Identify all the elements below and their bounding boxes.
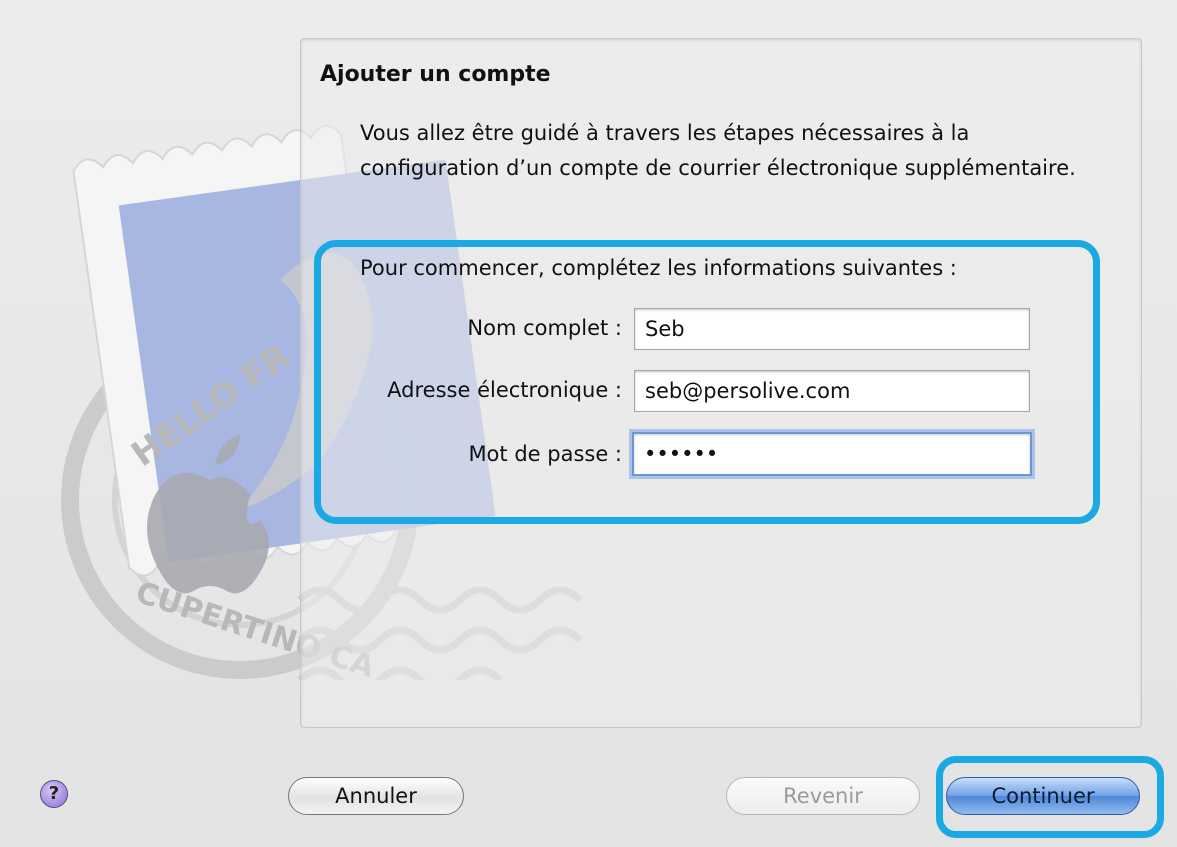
back-button[interactable]: Revenir bbox=[726, 777, 920, 815]
page-title: Ajouter un compte bbox=[320, 62, 551, 87]
intro-text: Vous allez être guidé à travers les étap… bbox=[360, 121, 1076, 180]
form-lead-text: Pour commencer, complétez les informatio… bbox=[360, 256, 957, 280]
email-field[interactable] bbox=[634, 370, 1030, 412]
password-label: Mot de passe : bbox=[468, 442, 622, 466]
full-name-label: Nom complet : bbox=[467, 316, 622, 340]
cancel-button[interactable]: Annuler bbox=[288, 777, 464, 815]
full-name-field[interactable] bbox=[634, 308, 1030, 350]
email-label: Adresse électronique : bbox=[387, 378, 622, 402]
password-field[interactable] bbox=[632, 432, 1032, 476]
help-button[interactable]: ? bbox=[40, 780, 68, 808]
add-account-window: HELLO FR CUPERTINO CA Ajouter un compte … bbox=[0, 0, 1177, 847]
continue-button[interactable]: Continuer bbox=[946, 777, 1140, 815]
